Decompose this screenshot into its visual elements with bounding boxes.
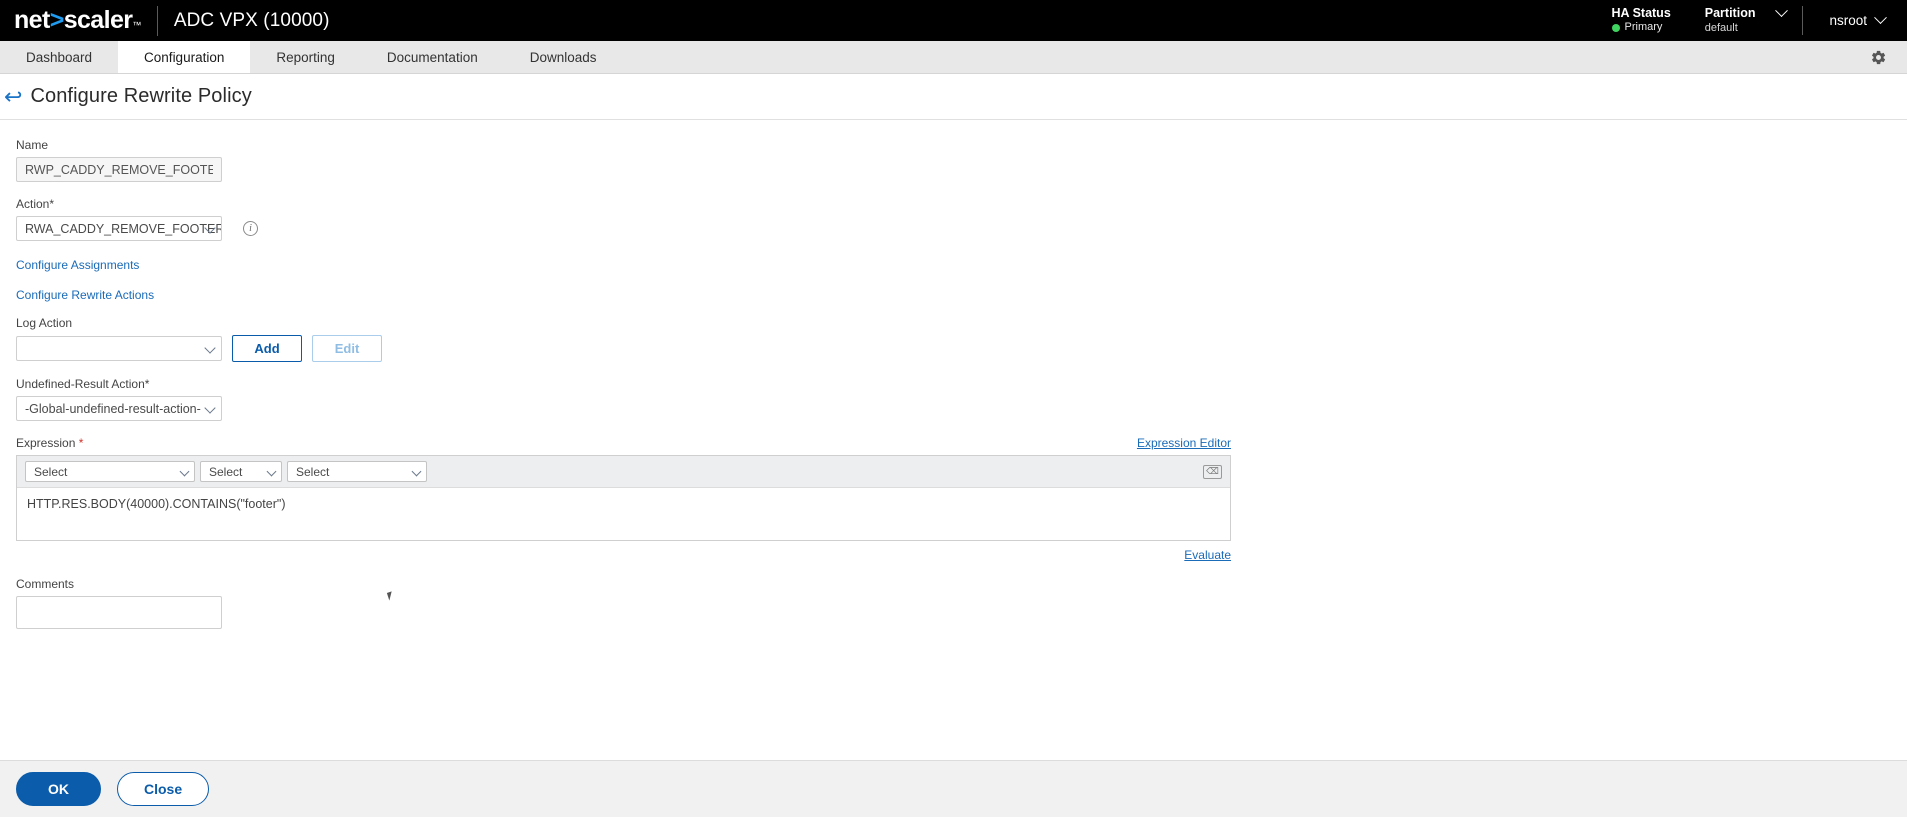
expression-select-2-value: Select (209, 464, 243, 479)
expression-select-2[interactable]: Select (200, 461, 282, 482)
top-bar-right: HA Status Primary Partition default nsro… (1594, 0, 1907, 41)
expression-header-row: Expression * Expression Editor (16, 436, 1231, 450)
chevron-down-icon (411, 466, 422, 477)
partition-label: Partition (1704, 5, 1756, 20)
settings-gear-button[interactable] (1850, 41, 1907, 73)
comments-field-group: Comments (16, 577, 1907, 634)
logo-chevron-glyph: > (49, 6, 65, 34)
nav-tab-downloads[interactable]: Downloads (504, 41, 623, 73)
logo-divider (156, 5, 158, 36)
back-arrow-icon[interactable]: ↩ (2, 85, 30, 108)
app-title: ADC VPX (10000) (173, 9, 330, 31)
expression-container: Select Select Select ⌫ HTTP.RES.BODY(400… (16, 455, 1231, 541)
action-required-asterisk: * (49, 197, 55, 211)
chevron-down-icon (266, 466, 277, 477)
undefined-result-action-field-group: Undefined-Result Action* -Global-undefin… (16, 377, 1907, 421)
expression-textarea[interactable]: HTTP.RES.BODY(40000).CONTAINS("footer") (17, 488, 1230, 540)
comments-textarea[interactable] (16, 596, 222, 629)
chevron-down-icon (1775, 4, 1789, 17)
name-field-group: Name (16, 138, 1907, 182)
add-log-action-button[interactable]: Add (232, 335, 302, 362)
expression-select-1-value: Select (34, 464, 68, 479)
evaluate-link[interactable]: Evaluate (1184, 548, 1231, 562)
comments-label: Comments (16, 577, 75, 591)
expression-editor-link[interactable]: Expression Editor (1137, 436, 1231, 450)
logo-text-post: scaler (63, 6, 133, 34)
expression-select-1[interactable]: Select (25, 461, 195, 482)
action-select-wrap: RWA_CADDY_REMOVE_FOOTER (16, 216, 222, 241)
log-action-row: Add Edit (16, 335, 1907, 362)
close-button[interactable]: Close (117, 772, 210, 806)
configure-rewrite-actions-link-row: Configure Rewrite Actions (16, 286, 1907, 316)
expression-toolbar: Select Select Select ⌫ (17, 456, 1230, 488)
ok-button[interactable]: OK (16, 772, 101, 806)
ha-status-dot-icon (1611, 24, 1620, 33)
configure-rewrite-actions-link[interactable]: Configure Rewrite Actions (16, 288, 154, 302)
name-label: Name (16, 138, 49, 152)
expression-label: Expression * (16, 436, 83, 450)
action-label: Action* (16, 197, 1907, 211)
edit-log-action-button[interactable]: Edit (312, 335, 382, 362)
action-row: RWA_CADDY_REMOVE_FOOTER i (16, 216, 1907, 241)
evaluate-row: Evaluate (16, 548, 1231, 562)
gear-icon (1872, 50, 1886, 64)
nav-tab-configuration[interactable]: Configuration (118, 41, 251, 73)
name-input[interactable] (16, 157, 222, 182)
logo-text-pre: net (14, 6, 50, 34)
expression-required-asterisk: * (78, 436, 84, 450)
page-header: ↩ Configure Rewrite Policy (0, 74, 1907, 120)
nav-tab-dashboard[interactable]: Dashboard (0, 41, 118, 73)
form-footer: OK Close (0, 760, 1907, 817)
undefined-result-action-required-asterisk: * (144, 377, 150, 391)
chevron-down-icon (1874, 11, 1887, 25)
action-label-text: Action (16, 197, 50, 211)
ha-status[interactable]: HA Status Primary (1594, 0, 1689, 41)
partition-menu[interactable]: Partition default (1689, 0, 1803, 41)
action-field-group: Action* RWA_CADDY_REMOVE_FOOTER i (16, 197, 1907, 241)
undefined-result-action-select-wrap: -Global-undefined-result-action- (16, 396, 222, 421)
chevron-down-icon (179, 466, 190, 477)
page-title: Configure Rewrite Policy (30, 85, 252, 107)
user-menu[interactable]: nsroot (1803, 0, 1907, 41)
top-bar: net > scaler ™ ADC VPX (10000) HA Status Pr… (0, 0, 1907, 41)
logo-trademark: ™ (132, 20, 141, 30)
undefined-result-action-label: Undefined-Result Action* (16, 377, 1907, 391)
clear-backspace-icon[interactable]: ⌫ (1203, 464, 1222, 479)
info-icon[interactable]: i (243, 221, 258, 236)
expression-label-text: Expression (16, 436, 76, 450)
expression-select-3-value: Select (296, 464, 330, 479)
action-select[interactable]: RWA_CADDY_REMOVE_FOOTER (16, 216, 222, 241)
ha-status-value: Primary (1624, 21, 1663, 34)
expression-select-3[interactable]: Select (287, 461, 427, 482)
log-action-label: Log Action (16, 316, 73, 330)
expression-field-group: Expression * Expression Editor Select Se… (16, 436, 1907, 562)
log-action-select-wrap (16, 336, 222, 361)
undefined-result-action-label-text: Undefined-Result Action (16, 377, 145, 391)
nav-tab-documentation[interactable]: Documentation (361, 41, 504, 73)
main-navigation: Dashboard Configuration Reporting Docume… (0, 41, 1907, 74)
log-action-select[interactable] (16, 336, 222, 361)
brand-logo[interactable]: net > scaler ™ (0, 0, 141, 41)
user-name: nsroot (1829, 13, 1867, 28)
logo-text: net > scaler ™ (14, 8, 141, 33)
undefined-result-action-select[interactable]: -Global-undefined-result-action- (16, 396, 222, 421)
ha-status-label: HA Status (1611, 5, 1671, 20)
configure-assignments-link[interactable]: Configure Assignments (16, 258, 139, 272)
ha-status-value-row: Primary (1611, 21, 1671, 35)
partition-value: default (1704, 22, 1738, 35)
rewrite-policy-form: Name Action* RWA_CADDY_REMOVE_FOOTER i C… (0, 120, 1907, 682)
log-action-field-group: Log Action Add Edit (16, 316, 1907, 362)
nav-tab-reporting[interactable]: Reporting (250, 41, 361, 73)
partition-top-row: Partition (1704, 4, 1789, 22)
configure-assignments-link-row: Configure Assignments (16, 256, 1907, 286)
